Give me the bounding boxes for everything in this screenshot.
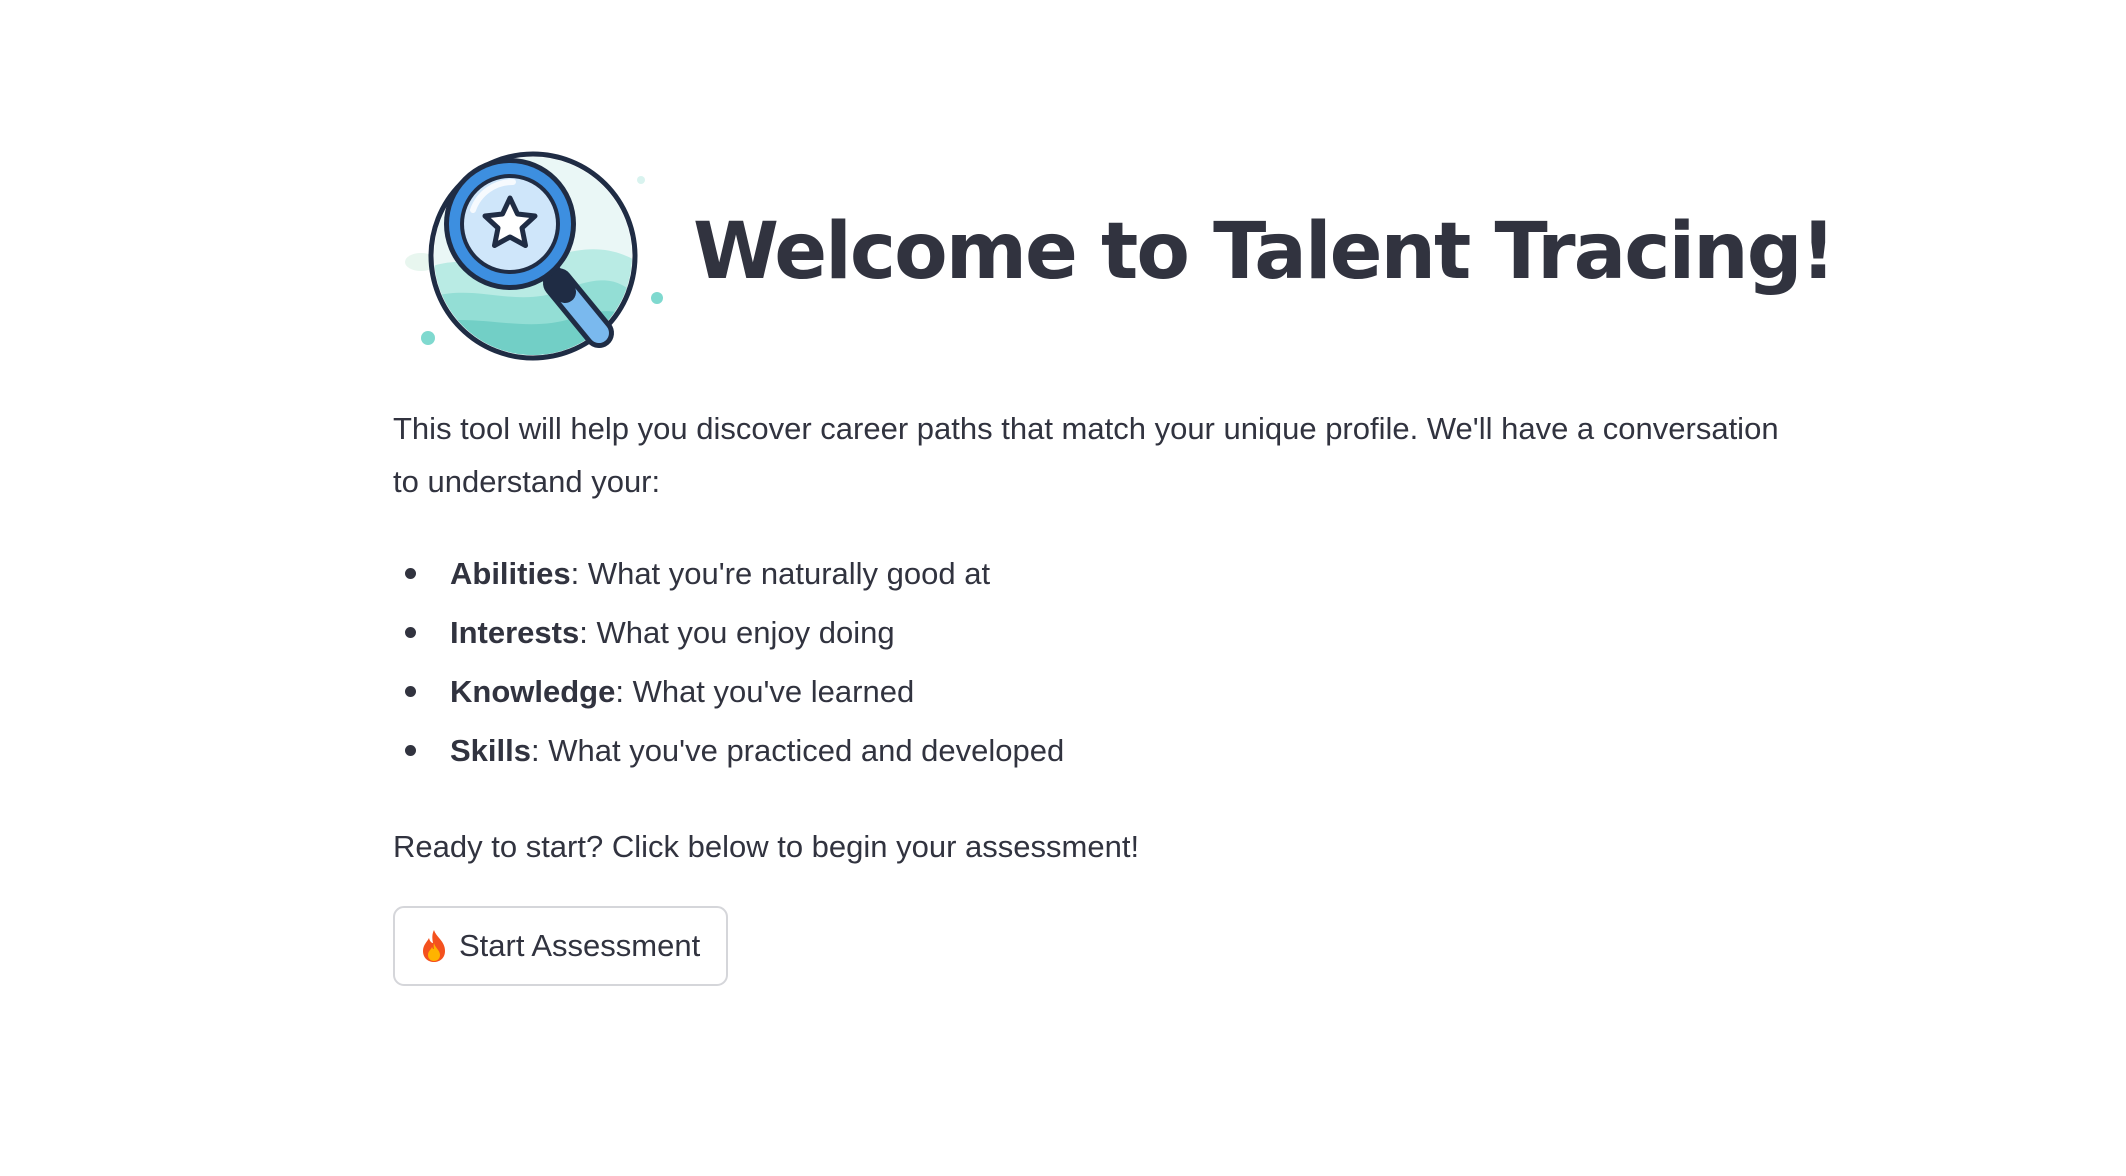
- feature-term: Knowledge: [450, 673, 616, 709]
- bullet-icon: [405, 627, 416, 638]
- list-item: Abilities: What you're naturally good at: [393, 544, 1793, 603]
- header: Welcome to Talent Tracing!: [393, 150, 1836, 362]
- feature-description: : What you've practiced and developed: [531, 732, 1065, 768]
- page-title: Welcome to Talent Tracing!: [693, 207, 1836, 297]
- feature-description: : What you're naturally good at: [570, 555, 991, 591]
- list-item: Knowledge: What you've learned: [393, 662, 1793, 721]
- bullet-icon: [405, 745, 416, 756]
- feature-list: Abilities: What you're naturally good at…: [393, 544, 1793, 780]
- feature-term: Interests: [450, 614, 580, 650]
- feature-description: : What you enjoy doing: [579, 614, 895, 650]
- bullet-icon: [405, 686, 416, 697]
- cta-text: Ready to start? Click below to begin you…: [393, 829, 1140, 864]
- magnifying-glass-star-icon: [393, 150, 665, 362]
- list-item: Interests: What you enjoy doing: [393, 603, 1793, 662]
- feature-term: Abilities: [450, 555, 571, 591]
- list-item: Skills: What you've practiced and develo…: [393, 721, 1793, 780]
- start-assessment-button[interactable]: Start Assessment: [393, 906, 729, 986]
- bullet-icon: [405, 568, 416, 579]
- intro-text: This tool will help you discover career …: [393, 411, 1779, 499]
- start-assessment-label: Start Assessment: [459, 928, 701, 963]
- fire-icon: [421, 929, 447, 963]
- feature-term: Skills: [450, 732, 531, 768]
- feature-description: : What you've learned: [615, 673, 915, 709]
- main-content: Welcome to Talent Tracing! This tool wil…: [393, 150, 1836, 986]
